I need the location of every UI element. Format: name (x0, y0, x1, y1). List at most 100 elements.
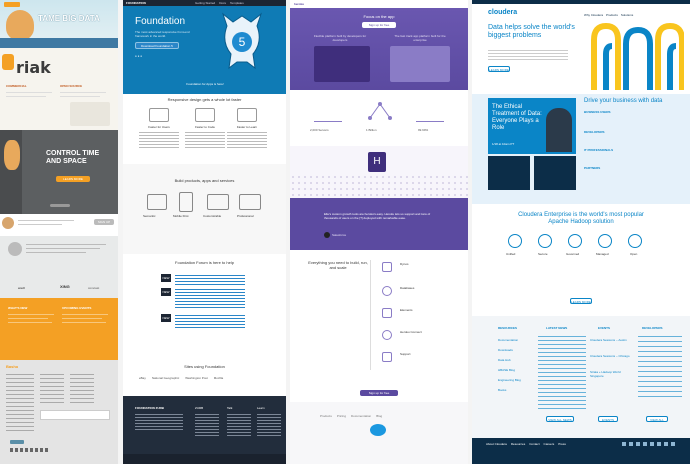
open-source-head: OPEN SOURCE (60, 84, 83, 88)
bottom-link[interactable]: Careers (544, 442, 555, 446)
brand[interactable]: FOUNDATION (126, 1, 146, 5)
avatar (2, 217, 14, 229)
managed-icon (598, 234, 612, 248)
resource-link[interactable]: Data Hub (498, 358, 511, 362)
riak-wordmark: riak (16, 58, 51, 77)
hero-title: Foundation (135, 16, 186, 27)
social-icons[interactable] (622, 442, 678, 446)
bottom-link[interactable]: Resources (511, 442, 525, 446)
social-icons[interactable] (10, 448, 50, 452)
nav-item[interactable]: Templates (230, 1, 244, 5)
testimonial: Elle's custom growth tools are heroku's … (290, 198, 468, 250)
secure-icon (538, 234, 552, 248)
promo-tile[interactable] (534, 156, 576, 190)
feature-item[interactable]: Dynos (400, 262, 409, 266)
basho-logo[interactable] (4, 2, 20, 7)
footer-link[interactable]: Products (320, 414, 332, 418)
carousel-dots[interactable] (50, 204, 70, 207)
customers-section: wadl XING comcast (0, 236, 118, 298)
drive-item[interactable]: DEVELOPERS (584, 130, 605, 134)
footer-link[interactable]: Pricing (337, 414, 346, 418)
sign-up-button[interactable]: SIGN UP (94, 219, 114, 225)
view-all-button[interactable]: VIEW ALL (646, 416, 668, 422)
forum-post[interactable] (175, 275, 245, 285)
footer-button[interactable] (10, 440, 24, 444)
learn-more-button[interactable]: LEARN MORE (570, 298, 592, 304)
riak-illustration (70, 102, 110, 126)
event-item[interactable]: Cloudera Sessions – Chicago (590, 354, 634, 358)
new-badge: NEW (161, 314, 171, 322)
feature-item[interactable]: Heroku Connect (400, 330, 422, 334)
footer: Basho (0, 360, 118, 464)
nav-item[interactable]: Getting Started (195, 1, 215, 5)
view-news-button[interactable]: VIEW ALL NEWS (546, 416, 574, 422)
signup-button[interactable]: Sign up for free (360, 390, 398, 396)
footer-head: Learn (257, 406, 265, 410)
nav-item[interactable]: Products (606, 13, 618, 17)
brand[interactable]: heroku (294, 2, 304, 6)
footer-head: EVENTS (598, 326, 611, 330)
bottom-link[interactable]: About Cloudera (486, 442, 507, 446)
footer-head: RESOURCES (498, 326, 518, 330)
commercial-head: COMMERCIAL (6, 84, 27, 88)
hero-small-link[interactable]: ● ● ● (135, 54, 142, 58)
mascot-illustration (4, 140, 20, 170)
feature-item[interactable]: Support (400, 352, 411, 356)
bottom-link[interactable]: Contact (529, 442, 539, 446)
signup-button[interactable]: Sign up for free (362, 22, 396, 28)
resource-link[interactable]: Documentation (498, 338, 518, 342)
drive-item[interactable]: BUSINESS USERS (584, 110, 611, 114)
enterprise-section: Cloudera Enterprise is the world's most … (472, 204, 690, 304)
feature-item[interactable]: Elements (400, 308, 413, 312)
device-label: Mobile First (173, 214, 189, 218)
nav-item[interactable]: Solutions (621, 13, 633, 17)
enterprise-illustration (390, 46, 450, 82)
section-title: Responsive design gets a whole lot faste… (167, 97, 242, 102)
device-label: Semantic (143, 214, 156, 218)
promo-date: 1/18 at 10am PT (492, 142, 515, 146)
bottom-link[interactable]: Press (558, 442, 566, 446)
forum-post[interactable] (175, 289, 245, 309)
footer-link[interactable]: Documentation (351, 414, 371, 418)
drive-item[interactable]: IT PROFESSIONALS (584, 148, 613, 152)
news-list[interactable] (538, 336, 586, 410)
feature-item[interactable]: Databases (400, 286, 414, 290)
events-button[interactable]: EVENTS (598, 416, 618, 422)
foundation-apps-link[interactable]: Foundation for Apps is here! (171, 82, 239, 86)
download-button[interactable]: Download Foundation 5 (135, 42, 179, 49)
developer-list[interactable] (638, 336, 682, 400)
learn-more-button[interactable]: LEARN MORE (488, 66, 510, 72)
icon-label: Governed (566, 252, 580, 256)
resource-link[interactable]: Engineering Blog (498, 378, 521, 382)
event-item[interactable]: Cloudera Sessions – Austin (590, 338, 634, 342)
dynos-icon (382, 262, 392, 272)
webinar-promo[interactable]: The Ethical Treatment of Data: Everyone … (488, 98, 576, 154)
event-item[interactable]: Strata + Hadoop World Singapore (590, 370, 634, 378)
brand[interactable]: cloudera (488, 9, 517, 16)
newsletter-input[interactable] (40, 410, 110, 420)
forum-section: Foundation Forum is here to help NEW NEW… (123, 254, 286, 354)
footer-link[interactable]: Blog (376, 414, 382, 418)
learn-more-button[interactable]: LEARN MORE (56, 176, 90, 182)
hero-control-time: CONTROL TIME AND SPACE LEARN MORE (0, 130, 118, 214)
cloudera-site-column: cloudera Why Cloudera Products Solutions… (472, 0, 690, 464)
new-badge: NEW (161, 274, 171, 282)
forum-post[interactable] (175, 315, 245, 329)
hero: Foundation The most advanced responsive … (123, 6, 286, 94)
orange-news-section: WHAT'S NEW UPCOMING EVENTS (0, 298, 118, 360)
nav-item[interactable]: Docs (219, 1, 226, 5)
hero: cloudera Why Cloudera Products Solutions… (472, 4, 690, 94)
nav-item[interactable]: Why Cloudera (584, 13, 603, 17)
promo-strip: SIGN UP (0, 214, 118, 236)
open-icon (628, 234, 642, 248)
pattern-section: H (290, 146, 468, 198)
stat: 1 Billion (366, 128, 377, 132)
heroku-logo: H (368, 152, 386, 172)
feature-title: Faster for Users (148, 125, 170, 129)
resource-link[interactable]: HBASE Blog (498, 368, 515, 372)
promo-tile[interactable] (488, 156, 530, 190)
top-nav: heroku (290, 0, 468, 8)
resource-link[interactable]: Books (498, 388, 506, 392)
resource-link[interactable]: Downloads (498, 348, 513, 352)
drive-item[interactable]: PARTNERS (584, 166, 600, 170)
